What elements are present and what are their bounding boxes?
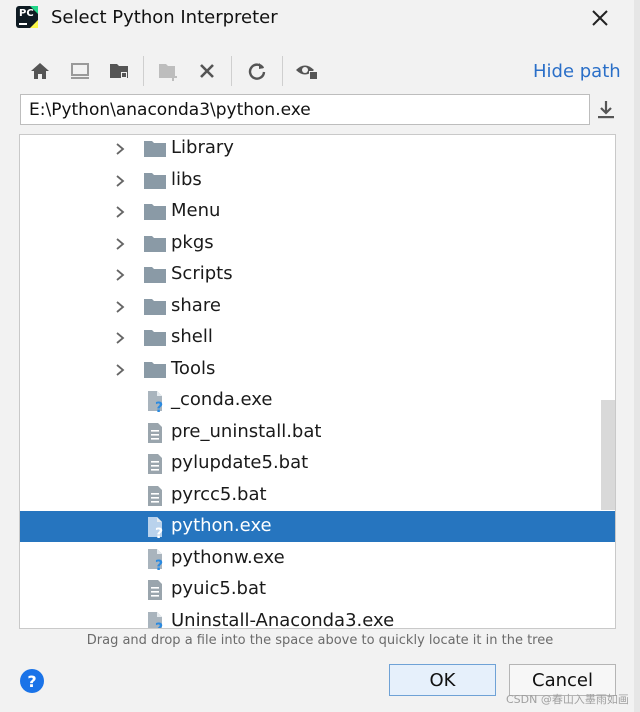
tree-item-label: pyuic5.bat: [171, 578, 267, 599]
tree-item[interactable]: Tools: [20, 354, 600, 385]
folder-icon: [144, 172, 166, 189]
tree-item-label: pylupdate5.bat: [171, 452, 309, 473]
tree-item-label: shell: [171, 326, 213, 347]
tree-item-label: libs: [171, 168, 202, 190]
svg-text:?: ?: [155, 621, 163, 630]
tree-item-label: python.exe: [171, 515, 272, 536]
tree-item-label: share: [171, 294, 221, 316]
hide-path-link[interactable]: Hide path: [533, 61, 621, 83]
chevron-right-icon[interactable]: [113, 173, 127, 187]
chevron-right-icon[interactable]: [113, 267, 127, 281]
tree-item[interactable]: Library: [20, 135, 600, 164]
svg-text:?: ?: [155, 526, 163, 539]
folder-icon: [144, 235, 166, 252]
folder-icon: [144, 266, 166, 283]
tree-item[interactable]: pylupdate5.bat: [20, 448, 600, 479]
chevron-right-icon[interactable]: [113, 330, 127, 344]
close-icon[interactable]: [588, 6, 612, 30]
tree-item[interactable]: libs: [20, 165, 600, 196]
folder-icon: [144, 203, 166, 220]
folder-icon: [144, 140, 166, 157]
tree-item[interactable]: pyrcc5.bat: [20, 480, 600, 511]
tree-item-label: Scripts: [171, 263, 233, 284]
tree-item[interactable]: pyuic5.bat: [20, 574, 600, 605]
tree-item-label: _conda.exe: [171, 389, 273, 410]
chevron-right-icon[interactable]: [113, 141, 127, 155]
text-file-icon: [147, 484, 165, 508]
tree-item[interactable]: ? pythonw.exe: [20, 543, 600, 574]
tree-item-label: pre_uninstall.bat: [171, 420, 322, 442]
svg-text:?: ?: [155, 400, 163, 413]
download-icon[interactable]: [594, 97, 618, 123]
svg-text:?: ?: [155, 558, 163, 571]
file-tree[interactable]: Library libs Menu pkgs Scripts share shell Tool…: [19, 134, 616, 629]
refresh-icon[interactable]: [244, 58, 270, 84]
path-input[interactable]: [20, 94, 590, 125]
tree-item[interactable]: ? Uninstall-Anaconda3.exe: [20, 606, 600, 630]
home-icon[interactable]: [27, 58, 53, 84]
tree-item[interactable]: Scripts: [20, 259, 600, 290]
tree-item[interactable]: pre_uninstall.bat: [20, 417, 600, 448]
window-edge: [634, 0, 640, 712]
text-file-icon: [147, 578, 165, 602]
chevron-right-icon[interactable]: [113, 299, 127, 313]
toolbar-separator: [143, 56, 144, 86]
tree-item-label: pkgs: [171, 231, 214, 253]
delete-icon[interactable]: [194, 58, 220, 84]
tree-item[interactable]: Menu: [20, 196, 600, 227]
chevron-right-icon[interactable]: [113, 236, 127, 250]
tree-item[interactable]: ? python.exe: [20, 511, 615, 542]
unknown-file-icon: ?: [147, 610, 165, 630]
unknown-file-icon: ?: [147, 547, 165, 574]
tree-item-label: Tools: [171, 357, 216, 379]
drag-drop-hint: Drag and drop a file into the space abov…: [86, 633, 554, 648]
unknown-file-icon: ?: [147, 389, 165, 416]
show-hidden-icon[interactable]: [294, 58, 320, 84]
pycharm-logo-icon: PC: [16, 6, 38, 28]
text-file-icon: [147, 421, 165, 445]
folder-icon: [144, 298, 166, 315]
tree-item-label: pyrcc5.bat: [171, 483, 267, 505]
tree-item[interactable]: shell: [20, 322, 600, 353]
tree-item-label: Library: [171, 137, 234, 158]
folder-icon: [144, 329, 166, 346]
watermark: CSDN @春山入墨雨如画: [506, 693, 629, 706]
cancel-button[interactable]: Cancel: [509, 664, 616, 696]
project-folder-icon[interactable]: [106, 58, 132, 84]
tree-item[interactable]: share: [20, 291, 600, 322]
folder-icon: [144, 361, 166, 378]
tree-item[interactable]: pkgs: [20, 228, 600, 259]
toolbar-separator: [282, 56, 283, 86]
ok-button[interactable]: OK: [389, 664, 496, 696]
new-folder-icon[interactable]: [155, 58, 181, 84]
text-file-icon: [147, 452, 165, 476]
desktop-icon[interactable]: [67, 58, 93, 84]
chevron-right-icon[interactable]: [113, 362, 127, 376]
tree-item-label: Uninstall-Anaconda3.exe: [171, 609, 395, 629]
tree-item-label: Menu: [171, 200, 221, 221]
unknown-file-icon: ?: [147, 515, 165, 542]
tree-item[interactable]: ? _conda.exe: [20, 385, 600, 416]
help-button[interactable]: ?: [20, 669, 44, 693]
window-title: Select Python Interpreter: [51, 7, 278, 28]
chevron-right-icon[interactable]: [113, 204, 127, 218]
toolbar-separator: [231, 56, 232, 86]
tree-item-label: pythonw.exe: [171, 546, 285, 568]
tree-scrollbar[interactable]: [601, 400, 615, 510]
